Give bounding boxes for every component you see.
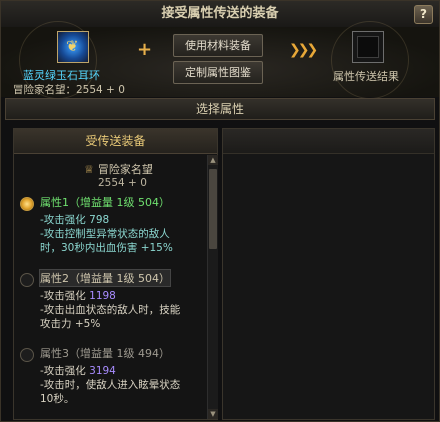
scroll-up-arrow-icon[interactable]: ▲ xyxy=(208,155,218,165)
attribute-2-title: 属性2（增益量 1级 504） xyxy=(39,269,171,287)
attribute-3-radio[interactable] xyxy=(20,348,34,362)
source-item-name: 蓝灵绿玉石耳环 xyxy=(23,69,100,82)
plus-icon: + xyxy=(137,39,153,60)
reputation-label: 冒险家名望 xyxy=(97,163,153,176)
attribute-2-line-1: -攻击强化 1198 xyxy=(40,290,116,302)
custom-blueprint-button[interactable]: 定制属性图鉴 xyxy=(173,61,263,84)
transfer-setup-panel: ❦ 蓝灵绿玉石耳环 冒险家名望：2554 + 0 + 使用材料装备 定制属性图鉴… xyxy=(1,21,439,99)
attribute-3-line-1: -攻击强化 3194 xyxy=(40,365,116,377)
result-slot xyxy=(352,31,384,63)
receiving-equipment-title: 受传送装备 xyxy=(14,129,217,154)
attribute-1-line-1: -攻击强化 798 xyxy=(40,214,110,226)
transfer-result-panel-header xyxy=(223,129,434,154)
triple-arrow-icon: ❯❯❯ xyxy=(289,42,318,58)
scroll-down-arrow-icon[interactable]: ▼ xyxy=(208,409,218,419)
attribute-1-radio[interactable] xyxy=(20,197,34,211)
source-item-slot[interactable]: ❦ xyxy=(57,31,89,63)
attribute-1-title: 属性1（增益量 1级 504） xyxy=(40,196,170,209)
source-item-reputation: 冒险家名望：2554 + 0 xyxy=(13,84,125,96)
help-button[interactable]: ? xyxy=(414,5,433,24)
scroll-thumb[interactable] xyxy=(209,169,217,249)
attribute-list-scrollbar[interactable]: ▲ ▼ xyxy=(207,155,218,419)
receiving-equipment-panel: 受传送装备 ♕ 冒险家名望 2554 + 0 属性1（增益量 1级 504） -攻… xyxy=(13,128,218,420)
attribute-2-line-3: 攻击力 +5% xyxy=(40,318,101,330)
reputation-value: 2554 + 0 xyxy=(98,177,147,189)
attribute-1-line-2: -攻击控制型异常状态的敌人 xyxy=(40,228,170,240)
attribute-3-line-2: -攻击时，使敌人进入眩晕状态 xyxy=(40,379,181,391)
select-attribute-header: 选择属性 xyxy=(5,98,435,120)
window-title: 接受属性传送的装备 xyxy=(161,6,279,21)
reputation-icon: ♕ xyxy=(84,163,94,176)
attribute-1-line-3: 时，30秒内出血伤害 +15% xyxy=(40,242,173,254)
reputation-row: ♕ 冒险家名望 xyxy=(84,161,153,177)
attribute-2-line-2: -攻击出血状态的敌人时，技能 xyxy=(40,304,181,316)
earring-icon: ❦ xyxy=(66,37,79,55)
attribute-2-radio[interactable] xyxy=(20,273,34,287)
result-label: 属性传送结果 xyxy=(333,70,399,83)
attribute-3-line-3: 10秒。 xyxy=(40,393,75,405)
transfer-result-panel xyxy=(222,128,435,420)
attribute-transfer-window: 接受属性传送的装备 ? ❦ 蓝灵绿玉石耳环 冒险家名望：2554 + 0 + 使… xyxy=(0,0,440,422)
use-material-button[interactable]: 使用材料装备 xyxy=(173,34,263,57)
attribute-3-title: 属性3（增益量 1级 494） xyxy=(40,347,170,360)
